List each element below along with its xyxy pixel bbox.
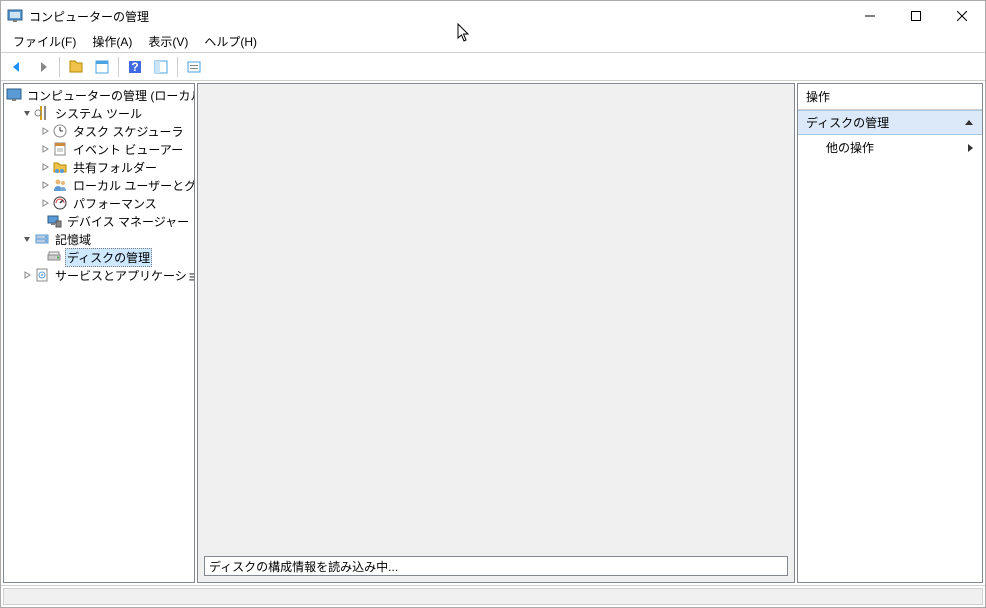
actions-header: 操作 [798, 84, 982, 110]
tree-root[interactable]: コンピューターの管理 (ローカル) [4, 86, 194, 104]
window-title: コンピューターの管理 [29, 8, 847, 25]
collapse-icon [964, 118, 974, 128]
toolbar: ? [1, 53, 985, 81]
actions-other[interactable]: 他の操作 [798, 135, 982, 160]
tree-shared-folders[interactable]: 共有フォルダー [4, 158, 194, 176]
storage-icon [34, 231, 50, 247]
expander-closed-icon[interactable] [38, 142, 52, 156]
maximize-button[interactable] [893, 1, 939, 31]
computer-management-icon [6, 87, 22, 103]
statusbar-cell [3, 588, 983, 605]
expander-closed-icon[interactable] [38, 160, 52, 174]
tree-storage[interactable]: 記憶域 [4, 230, 194, 248]
forward-button[interactable] [31, 55, 55, 79]
device-manager-icon [46, 213, 62, 229]
expander-closed-icon[interactable] [38, 196, 52, 210]
tree-event-viewer[interactable]: イベント ビューアー [4, 140, 194, 158]
shared-folder-icon [52, 159, 68, 175]
services-icon [34, 267, 50, 283]
system-tools-icon [34, 105, 50, 121]
status-message: ディスクの構成情報を読み込み中... [204, 556, 788, 576]
menu-action[interactable]: 操作(A) [84, 31, 140, 52]
app-icon [7, 8, 23, 24]
tree-label: タスク スケジューラ [71, 122, 186, 141]
actions-item-label: 他の操作 [826, 139, 874, 156]
tree-label: パフォーマンス [71, 194, 159, 213]
clock-icon [52, 123, 68, 139]
properties-button[interactable] [90, 55, 114, 79]
tree-label: システム ツール [53, 104, 144, 123]
refresh-button[interactable] [149, 55, 173, 79]
expander-open-icon[interactable] [20, 106, 34, 120]
tree-label: ディスクの管理 [65, 248, 152, 267]
show-hide-tree-button[interactable] [64, 55, 88, 79]
toolbar-separator [59, 57, 60, 77]
tree-task-scheduler[interactable]: タスク スケジューラ [4, 122, 194, 140]
tree-local-users[interactable]: ローカル ユーザーとグループ [4, 176, 194, 194]
tree-label: コンピューターの管理 (ローカル) [25, 86, 195, 105]
menu-view[interactable]: 表示(V) [140, 31, 196, 52]
actions-panel: 操作 ディスクの管理 他の操作 [797, 83, 983, 583]
actions-section-label: ディスクの管理 [806, 114, 889, 131]
users-icon [52, 177, 68, 193]
tree-services-apps[interactable]: サービスとアプリケーション [4, 266, 194, 284]
content-panel: ディスクの構成情報を読み込み中... [197, 83, 795, 583]
svg-text:?: ? [131, 60, 138, 74]
menu-help[interactable]: ヘルプ(H) [196, 31, 265, 52]
submenu-arrow-icon [966, 143, 974, 153]
actions-pane-button[interactable] [182, 55, 206, 79]
menubar: ファイル(F) 操作(A) 表示(V) ヘルプ(H) [1, 31, 985, 53]
tree-label: 記憶域 [53, 230, 93, 249]
actions-section-disk[interactable]: ディスクの管理 [798, 110, 982, 135]
expander-closed-icon[interactable] [20, 268, 34, 282]
menu-file[interactable]: ファイル(F) [5, 31, 84, 52]
tree-system-tools[interactable]: システム ツール [4, 104, 194, 122]
toolbar-separator [177, 57, 178, 77]
titlebar: コンピューターの管理 [1, 1, 985, 31]
event-viewer-icon [52, 141, 68, 157]
tree-label: ローカル ユーザーとグループ [71, 176, 195, 195]
expander-open-icon[interactable] [20, 232, 34, 246]
help-button[interactable]: ? [123, 55, 147, 79]
performance-icon [52, 195, 68, 211]
disk-icon [46, 249, 62, 265]
back-button[interactable] [5, 55, 29, 79]
tree-performance[interactable]: パフォーマンス [4, 194, 194, 212]
minimize-button[interactable] [847, 1, 893, 31]
toolbar-separator [118, 57, 119, 77]
tree-label: 共有フォルダー [71, 158, 159, 177]
tree-label: サービスとアプリケーション [53, 266, 195, 285]
expander-closed-icon[interactable] [38, 178, 52, 192]
statusbar [1, 585, 985, 607]
tree-device-manager[interactable]: デバイス マネージャー [4, 212, 194, 230]
tree-label: デバイス マネージャー [65, 212, 191, 231]
close-button[interactable] [939, 1, 985, 31]
tree-panel[interactable]: コンピューターの管理 (ローカル) システム ツール タスク スケジューラ [3, 83, 195, 583]
tree-label: イベント ビューアー [71, 140, 185, 159]
status-text: ディスクの構成情報を読み込み中... [209, 558, 398, 575]
expander-closed-icon[interactable] [38, 124, 52, 138]
tree-disk-management[interactable]: ディスクの管理 [4, 248, 194, 266]
